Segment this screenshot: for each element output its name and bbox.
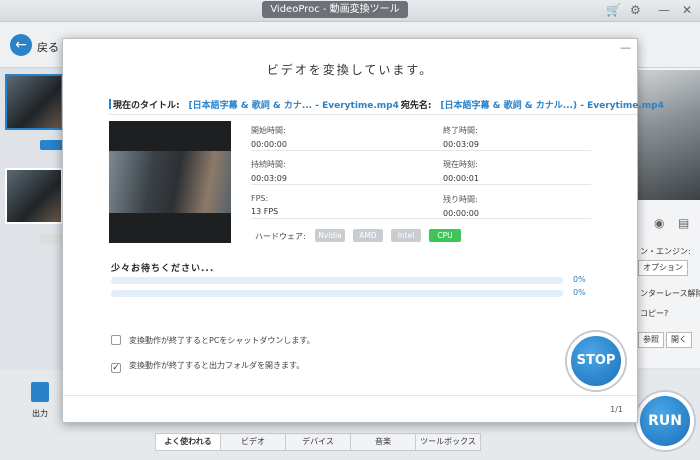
tab-device[interactable]: デバイス	[285, 433, 351, 451]
output-settings-icon	[31, 382, 49, 402]
wait-message: 少々お待ちください...	[111, 264, 215, 274]
fps-value: 13 FPS	[251, 207, 279, 216]
start-time-label: 開始時間:	[251, 126, 286, 135]
progress-bar	[111, 277, 563, 284]
thumbnail-button[interactable]	[40, 234, 64, 244]
cart-icon[interactable]: 🛒	[606, 3, 621, 17]
open-folder-option[interactable]: ✓ 変換動作が終了すると出力フォルダを開きます。	[111, 360, 304, 373]
open-folder-option-label: 変換動作が終了すると出力フォルダを開きます。	[129, 361, 305, 370]
stop-button[interactable]: STOP	[567, 332, 625, 390]
shutdown-option[interactable]: 変換動作が終了するとPCをシャットダウンします。	[111, 335, 315, 346]
back-button-label[interactable]: 戻る	[37, 39, 59, 55]
destination-label: 宛先名:	[400, 101, 432, 111]
video-preview	[109, 121, 231, 243]
remaining-time: 残り時間: 00:00:00	[443, 194, 479, 218]
open-folder-checkbox[interactable]: ✓	[111, 363, 121, 373]
dialog-footer-divider	[63, 395, 637, 396]
tab-music[interactable]: 音楽	[350, 433, 416, 451]
window-title: VideoProc - 動画変換ツール	[262, 1, 408, 18]
minimize-icon[interactable]: —	[658, 3, 670, 17]
run-button[interactable]: RUN	[636, 392, 694, 450]
accent-bar	[109, 99, 111, 109]
thumbnail-button[interactable]	[40, 140, 64, 150]
shutdown-option-label: 変換動作が終了するとPCをシャットダウンします。	[129, 336, 315, 345]
category-tabs: よく使われる ビデオ デバイス 音楽 ツールボックス	[155, 433, 481, 451]
option-button[interactable]: オプション	[638, 260, 688, 276]
start-time: 開始時間: 00:00:00	[251, 125, 287, 149]
current-title-label: 現在のタイトル:	[113, 101, 180, 111]
hardware-label: ハードウェア:	[255, 232, 306, 241]
back-arrow-icon[interactable]: ←	[10, 34, 32, 56]
current-time-label: 現在時刻:	[443, 160, 478, 169]
end-time-label: 終了時間:	[443, 126, 478, 135]
duration-label: 持続時間:	[251, 160, 286, 169]
divider	[251, 218, 591, 219]
duration-value: 00:03:09	[251, 174, 287, 183]
tab-popular[interactable]: よく使われる	[155, 433, 221, 451]
hw-intel-chip: Intel	[391, 229, 421, 242]
interlace-label: ンターレース解除	[640, 289, 700, 298]
current-time-value: 00:00:01	[443, 174, 479, 183]
divider	[251, 184, 591, 185]
file-name-row: 現在のタイトル: [日本語字幕 & 歌詞 & カナ... - Everytime…	[109, 98, 664, 111]
fps-label: FPS:	[251, 194, 269, 203]
end-time-value: 00:03:09	[443, 140, 479, 149]
close-icon[interactable]: ✕	[682, 3, 692, 17]
output-label: 出力	[32, 409, 48, 418]
hw-amd-chip: AMD	[353, 229, 383, 242]
settings-icon[interactable]: ⚙	[630, 3, 641, 17]
hw-nvidia-chip: Nvidia	[315, 229, 345, 242]
divider	[251, 150, 591, 151]
copy-label: コピー?	[640, 309, 669, 318]
current-title-value: [日本語字幕 & 歌詞 & カナ... - Everytime.mp4	[188, 101, 399, 111]
dialog-title: ビデオを変換しています。	[266, 63, 434, 77]
current-time: 現在時刻: 00:00:01	[443, 159, 479, 183]
shutdown-checkbox[interactable]	[111, 335, 121, 345]
camera-icon[interactable]: ◉	[654, 216, 664, 230]
preview-video	[636, 70, 700, 200]
browse-button[interactable]: 参照	[638, 332, 664, 348]
video-thumbnail[interactable]	[5, 168, 63, 224]
output-tab[interactable]: 出力	[22, 382, 58, 428]
end-time: 終了時間: 00:03:09	[443, 125, 479, 149]
open-button[interactable]: 開く	[666, 332, 692, 348]
progress-bar	[111, 290, 563, 297]
conversion-dialog: — ビデオを変換しています。 現在のタイトル: [日本語字幕 & 歌詞 & カナ…	[62, 38, 664, 423]
start-time-value: 00:00:00	[251, 140, 287, 149]
page-count: 1/1	[610, 405, 623, 414]
progress-percent: 0%	[573, 288, 586, 297]
preview-frame	[109, 151, 231, 213]
destination-value: [日本語字幕 & 歌詞 & カナル...) - Everytime.mp4	[440, 101, 664, 111]
hw-cpu-chip: CPU	[429, 229, 461, 242]
remaining-label: 残り時間:	[443, 195, 478, 204]
divider	[109, 114, 637, 115]
engine-label: ン・エンジン:	[640, 247, 691, 256]
minimize-dialog-icon[interactable]: —	[620, 41, 631, 54]
progress-percent: 0%	[573, 275, 586, 284]
tab-toolbox[interactable]: ツールボックス	[415, 433, 481, 451]
fps: FPS: 13 FPS	[251, 194, 278, 216]
folder-icon[interactable]: ▤	[678, 216, 689, 230]
remaining-value: 00:00:00	[443, 209, 479, 218]
title-bar: VideoProc - 動画変換ツール 🛒 ⚙ — ✕	[0, 0, 700, 22]
duration: 持続時間: 00:03:09	[251, 159, 287, 183]
tab-video[interactable]: ビデオ	[220, 433, 286, 451]
video-thumbnail[interactable]	[5, 74, 63, 130]
